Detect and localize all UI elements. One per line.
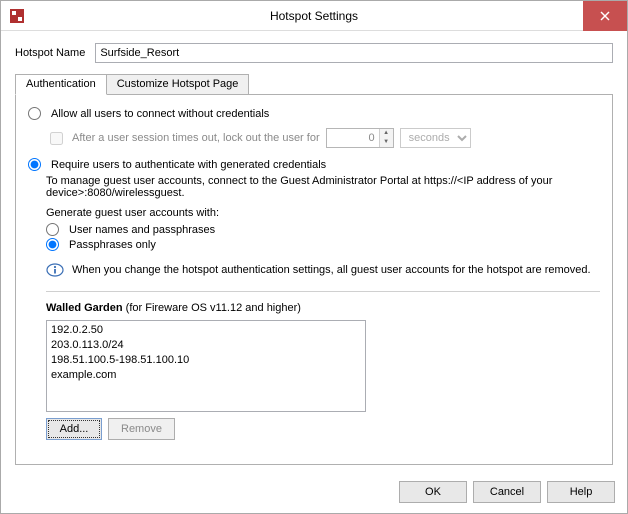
hotspot-name-label: Hotspot Name [15, 47, 85, 59]
walled-garden-label: Walled Garden (for Fireware OS v11.12 an… [46, 302, 600, 314]
titlebar: Hotspot Settings [1, 1, 627, 31]
pass-only-label: Passphrases only [69, 239, 156, 251]
info-icon [46, 263, 64, 277]
portal-help-text: To manage guest user accounts, connect t… [46, 175, 600, 199]
radio-pass-only[interactable] [46, 238, 59, 251]
require-auth-label: Require users to authenticate with gener… [51, 159, 326, 171]
cancel-button[interactable]: Cancel [473, 481, 541, 503]
walled-garden-note: (for Fireware OS v11.12 and higher) [123, 302, 301, 314]
list-item[interactable]: example.com [51, 368, 361, 383]
option-user-and-pass[interactable]: User names and passphrases [46, 223, 600, 236]
info-text: When you change the hotspot authenticati… [72, 264, 591, 276]
hotspot-name-input[interactable] [95, 43, 613, 63]
hotspot-settings-window: Hotspot Settings Hotspot Name Authentica… [0, 0, 628, 514]
content-area: Hotspot Name Authentication Customize Ho… [1, 31, 627, 473]
option-pass-only[interactable]: Passphrases only [46, 238, 600, 251]
help-button[interactable]: Help [547, 481, 615, 503]
option-allow-all[interactable]: Allow all users to connect without crede… [28, 107, 600, 120]
close-icon [600, 11, 610, 21]
info-row: When you change the hotspot authenticati… [46, 263, 600, 277]
checkbox-lockout [50, 132, 63, 145]
tab-strip: Authentication Customize Hotspot Page [15, 73, 613, 94]
remove-button[interactable]: Remove [108, 418, 175, 440]
spinner-down-icon: ▼ [380, 138, 393, 147]
walled-garden-listbox[interactable]: 192.0.2.50203.0.113.0/24198.51.100.5-198… [46, 320, 366, 412]
radio-require-auth[interactable] [28, 158, 41, 171]
walled-garden-title: Walled Garden [46, 302, 123, 314]
add-button[interactable]: Add... [46, 418, 102, 440]
generate-with-label: Generate guest user accounts with: [46, 207, 600, 219]
window-title: Hotspot Settings [1, 9, 627, 23]
tab-authentication[interactable]: Authentication [15, 74, 107, 95]
option-require-auth[interactable]: Require users to authenticate with gener… [28, 158, 600, 171]
app-icon [9, 8, 25, 24]
timeout-spinner: ▲ ▼ [326, 128, 394, 148]
dialog-footer: OK Cancel Help [1, 473, 627, 513]
list-item[interactable]: 203.0.113.0/24 [51, 338, 361, 353]
tab-panel-authentication: Allow all users to connect without crede… [15, 94, 613, 465]
timeout-prefix: After a user session times out, lock out… [72, 132, 320, 144]
tab-customize-hotspot-page[interactable]: Customize Hotspot Page [106, 74, 250, 95]
ok-button[interactable]: OK [399, 481, 467, 503]
radio-allow-all[interactable] [28, 107, 41, 120]
divider [46, 291, 600, 292]
list-item[interactable]: 198.51.100.5-198.51.100.10 [51, 353, 361, 368]
timeout-row: After a user session times out, lock out… [46, 128, 600, 148]
radio-user-and-pass[interactable] [46, 223, 59, 236]
hotspot-name-row: Hotspot Name [15, 43, 613, 63]
walled-garden-buttons: Add... Remove [46, 418, 600, 440]
list-item[interactable]: 192.0.2.50 [51, 323, 361, 338]
timeout-value-input [327, 129, 379, 147]
allow-all-label: Allow all users to connect without crede… [51, 108, 269, 120]
close-button[interactable] [583, 1, 627, 31]
user-and-pass-label: User names and passphrases [69, 224, 215, 236]
timeout-unit-select: seconds [400, 128, 471, 148]
spinner-up-icon: ▲ [380, 129, 393, 138]
